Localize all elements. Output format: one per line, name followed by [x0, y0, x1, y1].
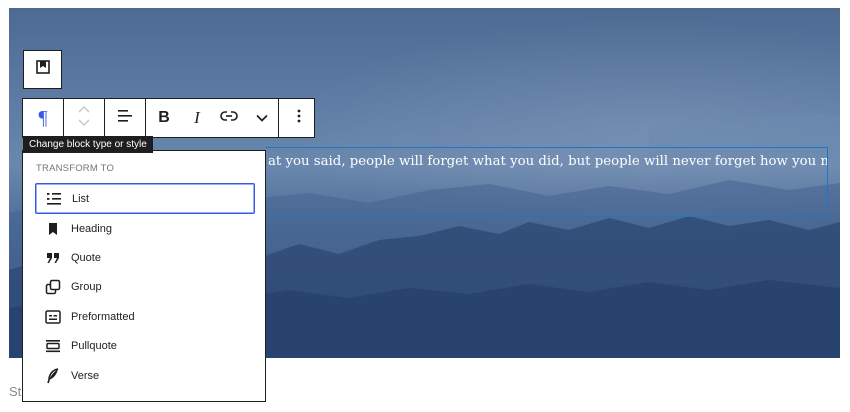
transform-item-group[interactable]: Group	[35, 271, 255, 302]
paragraph-block[interactable]: at you said, people will forget what you…	[266, 147, 828, 217]
chevron-down-icon	[256, 109, 268, 127]
transform-item-label: Pullquote	[71, 339, 117, 352]
format-group: B I	[146, 99, 279, 137]
link-button[interactable]	[212, 99, 246, 137]
move-buttons[interactable]	[64, 99, 104, 137]
align-button[interactable]	[105, 99, 145, 137]
editor-footer-text: St	[9, 384, 22, 399]
bold-icon: B	[158, 109, 170, 126]
bookmark-icon	[45, 221, 61, 237]
feather-icon	[45, 367, 61, 384]
block-type-tooltip: Change block type or style	[23, 136, 153, 153]
transform-item-label: Quote	[71, 251, 101, 264]
move-up-down-icon	[77, 104, 91, 133]
transform-item-label: Heading	[71, 222, 112, 235]
transform-dropdown: TRANSFORM TO List Heading Quote Group Pr…	[22, 150, 266, 402]
transform-item-label: Group	[71, 280, 102, 293]
quote-icon	[45, 250, 61, 266]
paragraph-icon: ¶	[38, 107, 48, 129]
more-vertical-icon	[297, 109, 301, 128]
bold-button[interactable]: B	[146, 99, 182, 137]
transform-item-label: List	[72, 192, 90, 205]
align-left-icon	[117, 109, 133, 128]
group-icon	[45, 279, 61, 295]
mover-group	[64, 99, 105, 137]
transform-item-heading[interactable]: Heading	[35, 213, 255, 244]
pullquote-icon	[45, 338, 61, 354]
options-button[interactable]	[279, 99, 319, 137]
block-type-group: ¶	[23, 99, 64, 137]
preformatted-icon	[45, 309, 61, 325]
transform-item-verse[interactable]: Verse	[35, 360, 255, 391]
transform-item-label: Verse	[71, 369, 100, 382]
block-type-button[interactable]: ¶	[23, 99, 63, 137]
transform-item-list[interactable]: List	[35, 183, 255, 214]
cover-block-icon-button[interactable]	[23, 50, 62, 89]
transform-item-label: Preformatted	[71, 310, 135, 323]
transform-heading: TRANSFORM TO	[36, 163, 115, 174]
transform-item-pullquote[interactable]: Pullquote	[35, 330, 255, 361]
list-icon	[46, 191, 62, 207]
align-group	[105, 99, 146, 137]
transform-item-quote[interactable]: Quote	[35, 242, 255, 273]
italic-button[interactable]: I	[182, 99, 212, 137]
paragraph-text[interactable]: at you said, people will forget what you…	[268, 154, 827, 169]
link-icon	[220, 109, 238, 127]
cover-icon	[35, 59, 51, 80]
more-rich-text-button[interactable]	[246, 99, 278, 137]
options-group	[279, 99, 319, 137]
block-toolbar: ¶ B I	[22, 98, 315, 138]
transform-item-preformatted[interactable]: Preformatted	[35, 301, 255, 332]
italic-icon: I	[194, 108, 200, 127]
